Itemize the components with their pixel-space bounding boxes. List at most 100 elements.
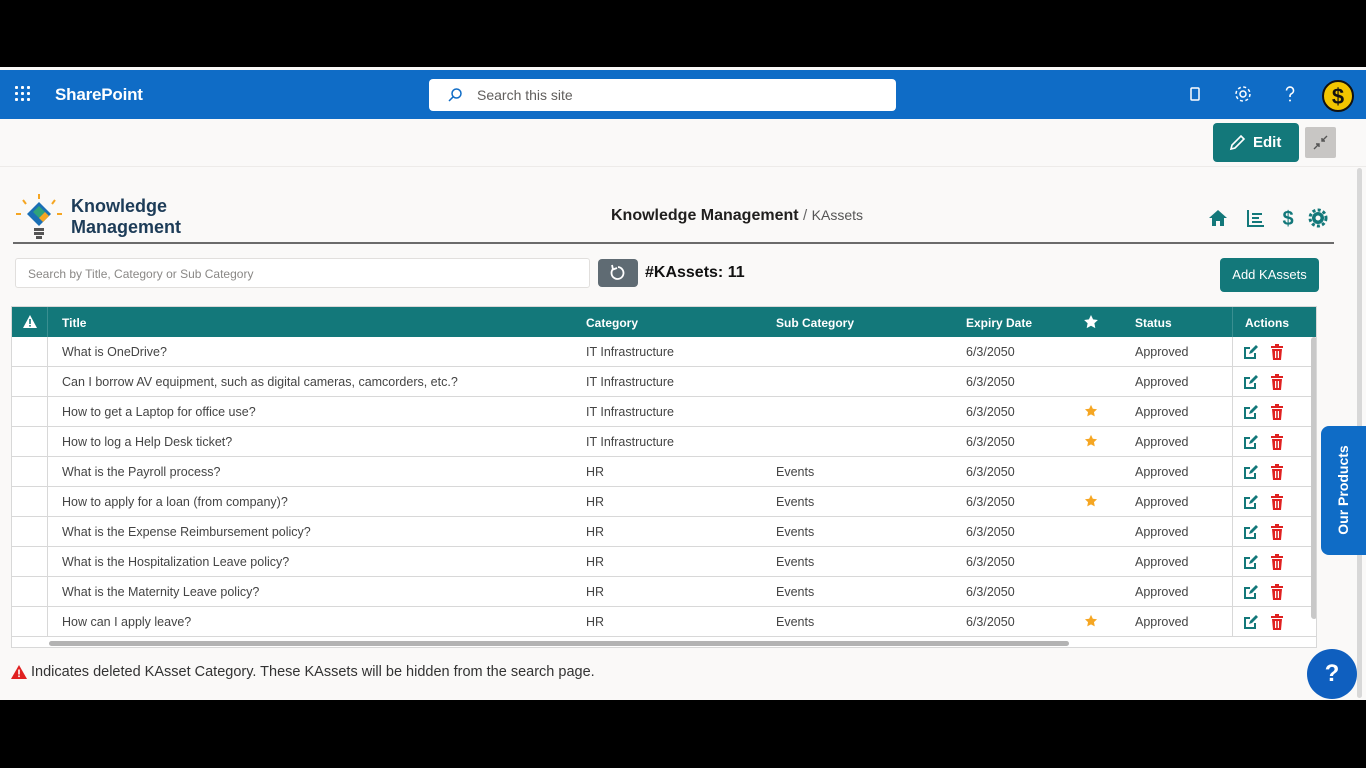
cell-title[interactable]: What is the Maternity Leave policy? <box>62 585 259 599</box>
table-row[interactable]: How to log a Help Desk ticket? IT Infrast… <box>12 427 1316 457</box>
command-bar: Edit <box>0 119 1366 167</box>
actions-column-header: Actions <box>1232 307 1316 337</box>
cell-title[interactable]: How can I apply leave? <box>62 615 191 629</box>
table-row[interactable]: How to apply for a loan (from company)? H… <box>12 487 1316 517</box>
edit-button-label: Edit <box>1253 134 1282 151</box>
edit-icon[interactable] <box>1243 404 1259 420</box>
dollar-icon[interactable]: $ <box>1277 207 1299 229</box>
settings-icon[interactable] <box>1307 207 1329 229</box>
brand-link[interactable]: SharePoint <box>55 85 143 105</box>
suite-bar: SharePoint Search this site $ <box>0 70 1366 119</box>
delete-icon[interactable] <box>1270 524 1284 540</box>
cell-title[interactable]: How to apply for a loan (from company)? <box>62 495 288 509</box>
breadcrumb-root[interactable]: Knowledge Management <box>611 207 799 224</box>
mobile-icon[interactable] <box>1184 83 1206 105</box>
reset-button[interactable] <box>598 259 638 287</box>
collapse-button[interactable] <box>1305 127 1336 158</box>
table-horizontal-scrollbar[interactable] <box>49 641 1069 646</box>
actions-cell <box>1232 367 1316 397</box>
edit-icon[interactable] <box>1243 524 1259 540</box>
table-row[interactable]: How to get a Laptop for office use? IT In… <box>12 397 1316 427</box>
cell-title[interactable]: What is the Expense Reimbursement policy… <box>62 525 311 539</box>
table-vertical-scrollbar[interactable] <box>1311 337 1316 619</box>
cell-title[interactable]: What is the Hospitalization Leave policy… <box>62 555 289 569</box>
cell-title[interactable]: How to get a Laptop for office use? <box>62 405 256 419</box>
help-icon[interactable] <box>1279 83 1301 105</box>
cell-title[interactable]: What is the Payroll process? <box>62 465 220 479</box>
warning-cell <box>12 577 48 607</box>
actions-cell <box>1232 337 1316 367</box>
cell-status: Approved <box>1135 525 1189 539</box>
table-row[interactable]: Can I borrow AV equipment, such as digit… <box>12 367 1316 397</box>
delete-icon[interactable] <box>1270 344 1284 360</box>
cell-title[interactable]: How to log a Help Desk ticket? <box>62 435 232 449</box>
edit-icon[interactable] <box>1243 554 1259 570</box>
warning-icon <box>23 315 37 328</box>
edit-icon[interactable] <box>1243 464 1259 480</box>
edit-icon[interactable] <box>1243 434 1259 450</box>
reset-icon <box>610 264 625 280</box>
column-header-status[interactable]: Status <box>1135 316 1172 330</box>
warning-cell <box>12 367 48 397</box>
kassets-webpart: Knowledge Management Knowledge Managemen… <box>0 168 1356 700</box>
edit-icon[interactable] <box>1243 494 1259 510</box>
delete-icon[interactable] <box>1270 434 1284 450</box>
warning-cell <box>12 547 48 577</box>
edit-icon[interactable] <box>1243 374 1259 390</box>
actions-cell <box>1232 427 1316 457</box>
our-products-label: Our Products <box>1335 445 1351 535</box>
table-row[interactable]: What is the Expense Reimbursement policy… <box>12 517 1316 547</box>
table-row[interactable]: How can I apply leave? HR Events 6/3/2050 Ap… <box>12 607 1316 637</box>
waffle-icon[interactable] <box>13 84 33 104</box>
delete-icon[interactable] <box>1270 584 1284 600</box>
home-icon[interactable] <box>1207 207 1229 229</box>
column-header-actions: Actions <box>1245 316 1290 330</box>
edit-button[interactable]: Edit <box>1213 123 1299 162</box>
column-header-title[interactable]: Title <box>62 316 86 330</box>
cell-expiry: 6/3/2050 <box>966 345 1015 359</box>
cell-title[interactable]: What is OneDrive? <box>62 345 167 359</box>
table-row[interactable]: What is the Maternity Leave policy? HR Eve… <box>12 577 1316 607</box>
delete-icon[interactable] <box>1270 494 1284 510</box>
column-header-category[interactable]: Category <box>586 316 638 330</box>
sharepoint-page: SharePoint Search this site $ Edit Knowl… <box>0 67 1366 700</box>
delete-icon[interactable] <box>1270 374 1284 390</box>
table-row[interactable]: What is OneDrive? IT Infrastructure 6/3/20… <box>12 337 1316 367</box>
warning-cell <box>12 607 48 637</box>
edit-icon[interactable] <box>1243 344 1259 360</box>
edit-icon[interactable] <box>1243 614 1259 630</box>
star-icon[interactable] <box>1083 314 1099 330</box>
avatar[interactable]: $ <box>1322 80 1354 112</box>
delete-icon[interactable] <box>1270 464 1284 480</box>
cell-expiry: 6/3/2050 <box>966 375 1015 389</box>
gear-icon[interactable] <box>1232 83 1254 105</box>
delete-icon[interactable] <box>1270 614 1284 630</box>
column-header-expiry[interactable]: Expiry Date <box>966 316 1032 330</box>
add-kassets-button[interactable]: Add KAssets <box>1220 258 1319 292</box>
cell-status: Approved <box>1135 585 1189 599</box>
edit-icon[interactable] <box>1243 584 1259 600</box>
table-row[interactable]: What is the Hospitalization Leave policy… <box>12 547 1316 577</box>
actions-cell <box>1232 457 1316 487</box>
kasset-search-placeholder: Search by Title, Category or Sub Categor… <box>28 267 254 281</box>
star-icon <box>1084 494 1098 507</box>
kasset-search-input[interactable]: Search by Title, Category or Sub Categor… <box>15 258 590 288</box>
our-products-tab[interactable]: Our Products <box>1321 426 1366 555</box>
search-icon <box>448 88 462 102</box>
cell-subcategory: Events <box>776 615 815 629</box>
warning-column-header <box>12 307 48 337</box>
delete-icon[interactable] <box>1270 404 1284 420</box>
chart-icon[interactable] <box>1245 207 1267 229</box>
actions-cell <box>1232 487 1316 517</box>
column-header-subcategory[interactable]: Sub Category <box>776 316 854 330</box>
help-button[interactable]: ? <box>1307 649 1357 699</box>
cell-title[interactable]: Can I borrow AV equipment, such as digit… <box>62 375 458 389</box>
cell-subcategory: Events <box>776 465 815 479</box>
site-search-input[interactable]: Search this site <box>429 79 896 111</box>
cell-subcategory: Events <box>776 495 815 509</box>
star-icon <box>1084 614 1098 627</box>
warning-cell <box>12 337 48 367</box>
warning-cell <box>12 457 48 487</box>
delete-icon[interactable] <box>1270 554 1284 570</box>
table-row[interactable]: What is the Payroll process? HR Events 6/3/… <box>12 457 1316 487</box>
